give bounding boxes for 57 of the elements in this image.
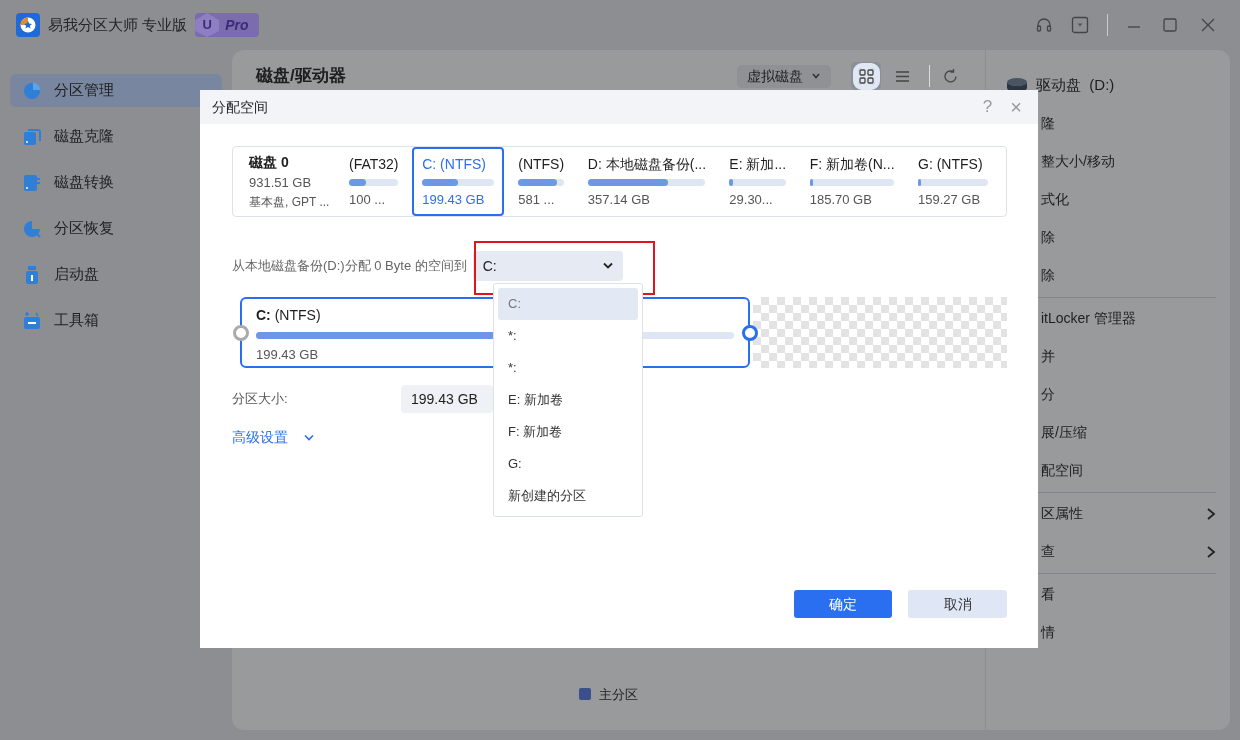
dropdown-option[interactable]: *: xyxy=(498,320,638,352)
partition-tile[interactable]: G: (NTFS) 159.27 GB xyxy=(908,147,998,216)
partition-tile[interactable]: F: 新加卷(N... 185.70 GB xyxy=(799,147,904,216)
disk-arrows-icon xyxy=(22,172,42,193)
legend-label: 主分区 xyxy=(599,685,638,704)
refresh-icon[interactable] xyxy=(942,67,959,85)
caret-icon xyxy=(811,71,821,81)
chevron-right-icon xyxy=(1206,544,1216,559)
dropdown-option[interactable]: *: xyxy=(498,352,638,384)
sidebar-item[interactable]: 分区恢复 xyxy=(10,212,222,245)
resize-handle[interactable] xyxy=(742,325,758,341)
toolbox-icon xyxy=(22,310,42,331)
sidebar-item[interactable]: 启动盘 xyxy=(10,258,222,291)
size-label: 分区大小: xyxy=(232,390,289,409)
advanced-settings-link[interactable]: 高级设置 xyxy=(232,427,288,448)
chevron-down-icon xyxy=(602,262,613,270)
partition-size: 199.43 GB xyxy=(256,346,320,364)
sidebar-item[interactable]: 磁盘转换 xyxy=(10,166,222,199)
disk-type: 基本盘, GPT ... xyxy=(249,193,327,211)
virtual-disk-dropdown[interactable]: 虚拟磁盘 xyxy=(737,64,831,88)
sidebar-item[interactable]: 工具箱 xyxy=(10,304,222,337)
close-icon[interactable] xyxy=(1200,17,1216,33)
app-title: 易我分区大师 专业版 xyxy=(48,14,188,35)
allocate-label: 从本地磁盘备份(D:)分配 0 Byte 的空间到 xyxy=(232,257,467,276)
dropdown-box-icon[interactable] xyxy=(1071,16,1089,34)
disk-size: 931.51 GB xyxy=(249,174,313,193)
disk-copy-icon xyxy=(22,126,42,147)
chevron-down-icon[interactable] xyxy=(304,433,314,442)
chevron-right-icon xyxy=(1206,506,1216,521)
ok-button[interactable]: 确定 xyxy=(794,590,892,618)
partition-tile[interactable]: D: 本地磁盘备份(... 357.14 GB xyxy=(577,147,716,216)
partition-tile[interactable]: C: (NTFS) 199.43 GB xyxy=(412,147,505,216)
sidebar-item[interactable]: 磁盘克隆 xyxy=(10,120,222,153)
dropdown-option[interactable]: F: 新加卷 xyxy=(498,416,638,448)
pro-badge: U Pro xyxy=(195,13,259,37)
menu-item[interactable]: 区属性 xyxy=(986,494,1230,533)
target-select[interactable]: C: xyxy=(472,251,623,281)
resize-handle[interactable] xyxy=(233,325,249,341)
app-logo-icon xyxy=(16,13,40,37)
pie-chart-icon xyxy=(22,80,42,101)
partition-tile[interactable]: (NTFS) 581 ... xyxy=(508,147,574,216)
partition-tile[interactable]: E: 新加... 29.30... xyxy=(719,147,796,216)
menu-item[interactable]: 查 xyxy=(986,532,1230,571)
drive-title: 驱动盘 (D:) xyxy=(1036,75,1115,95)
pie-arrow-icon xyxy=(22,218,42,239)
dropdown-option[interactable]: 新创建的分区 xyxy=(498,480,638,512)
maximize-icon[interactable] xyxy=(1162,17,1178,33)
cancel-button[interactable]: 取消 xyxy=(908,590,1007,618)
dropdown-option[interactable]: C: xyxy=(498,288,638,320)
size-field[interactable]: 199.43 GB xyxy=(401,385,493,413)
disk-name: 磁盘 0 xyxy=(249,153,290,173)
partition-tile[interactable]: (FAT32) 100 ... xyxy=(339,147,409,216)
dropdown-option[interactable]: E: 新加卷 xyxy=(498,384,638,416)
partition-name: C: (NTFS) xyxy=(256,306,322,325)
headset-icon[interactable] xyxy=(1035,16,1053,34)
section-heading: 磁盘/驱动器 xyxy=(256,65,346,88)
dropdown-option[interactable]: G: xyxy=(498,448,638,480)
